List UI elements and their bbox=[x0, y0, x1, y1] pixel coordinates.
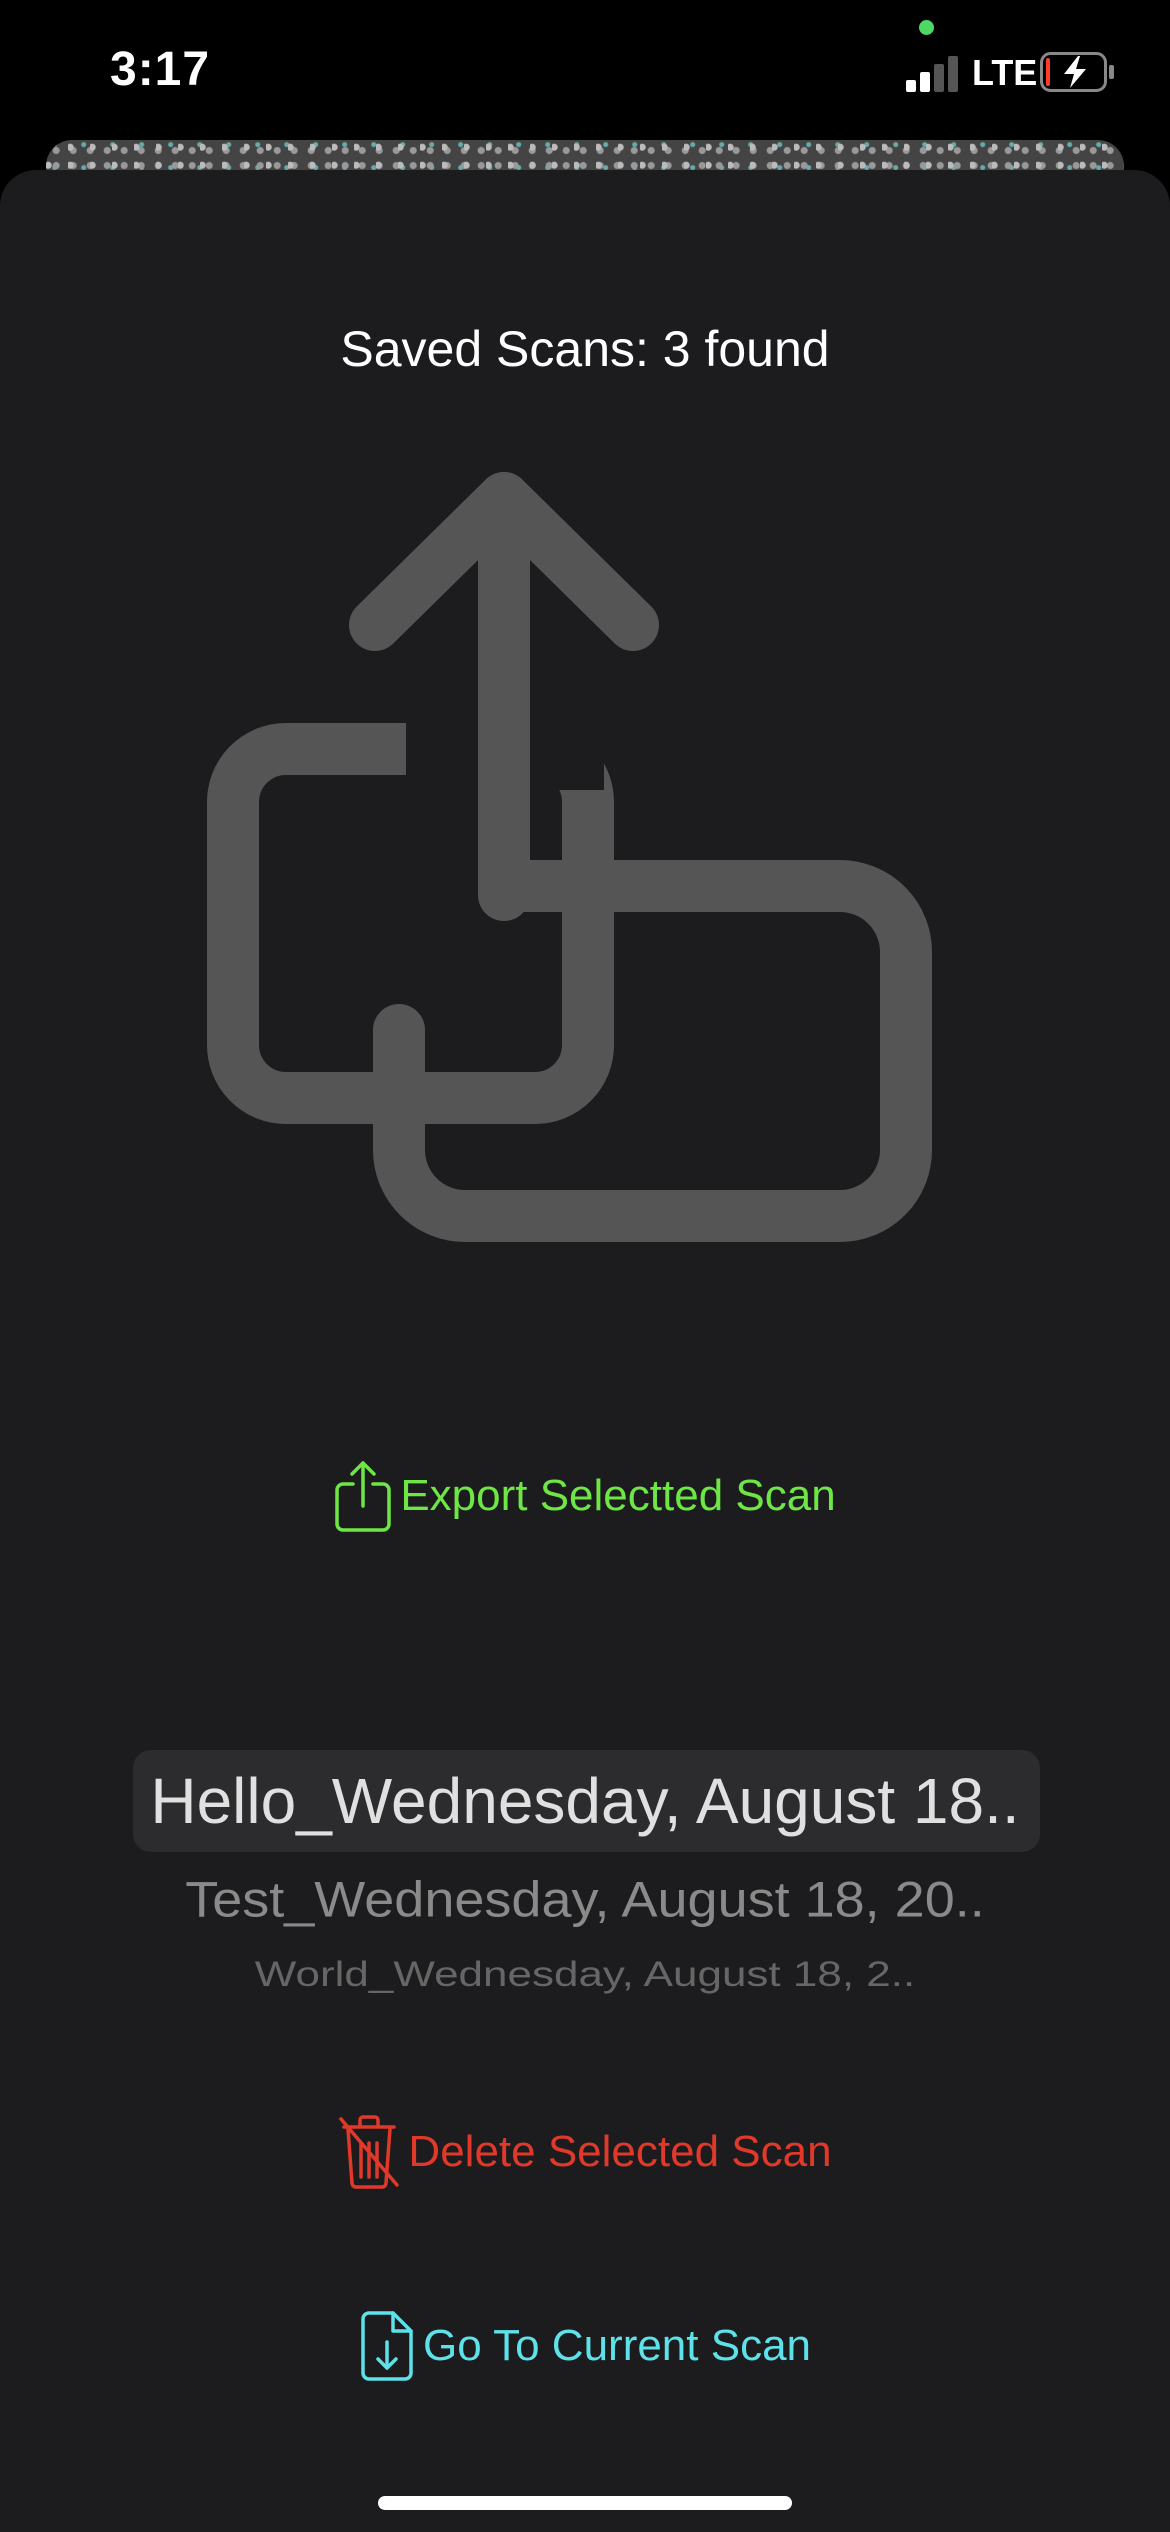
picker-item-selected[interactable]: Hello_Wednesday, August 18.. bbox=[130, 1764, 1040, 1838]
picker-item[interactable]: World_Wednesday, August 18, 2.. bbox=[130, 1955, 1040, 1995]
delete-button-label: Delete Selected Scan bbox=[408, 2127, 832, 2176]
home-indicator[interactable] bbox=[378, 2496, 792, 2510]
saved-scans-title: Saved Scans: 3 found bbox=[340, 321, 830, 377]
saved-scans-sheet: Saved Scans: 3 found Export Selectted Sc… bbox=[0, 170, 1170, 2532]
screen: 3:17 LTE Saved Scans: 3 found Export Sel… bbox=[0, 0, 1170, 2532]
export-button-label: Export Selectted Scan bbox=[400, 1471, 836, 1520]
privacy-indicator-dot bbox=[919, 20, 934, 35]
status-time: 3:17 bbox=[110, 43, 211, 96]
battery-charging-icon bbox=[1040, 52, 1114, 92]
square-arrow-up-icon bbox=[335, 1461, 392, 1532]
go-to-button-label: Go To Current Scan bbox=[422, 2321, 812, 2370]
export-selected-scan-button[interactable]: Export Selectted Scan bbox=[0, 1460, 1170, 1532]
document-arrow-down-icon bbox=[361, 2311, 413, 2381]
saved-scan-picker[interactable]: Hello_Wednesday, August 18.. Test_Wednes… bbox=[130, 1750, 1040, 2010]
cellular-signal-icon bbox=[906, 56, 960, 92]
delete-selected-scan-button[interactable]: Delete Selected Scan bbox=[0, 2115, 1170, 2189]
trash-slash-icon bbox=[339, 2115, 400, 2189]
network-type-label: LTE bbox=[972, 52, 1038, 93]
status-bar: 3:17 LTE bbox=[0, 0, 1170, 140]
go-to-current-scan-button[interactable]: Go To Current Scan bbox=[0, 2310, 1170, 2382]
picker-item[interactable]: Test_Wednesday, August 18, 20.. bbox=[130, 1871, 1040, 1928]
share-documents-icon bbox=[207, 472, 932, 1242]
